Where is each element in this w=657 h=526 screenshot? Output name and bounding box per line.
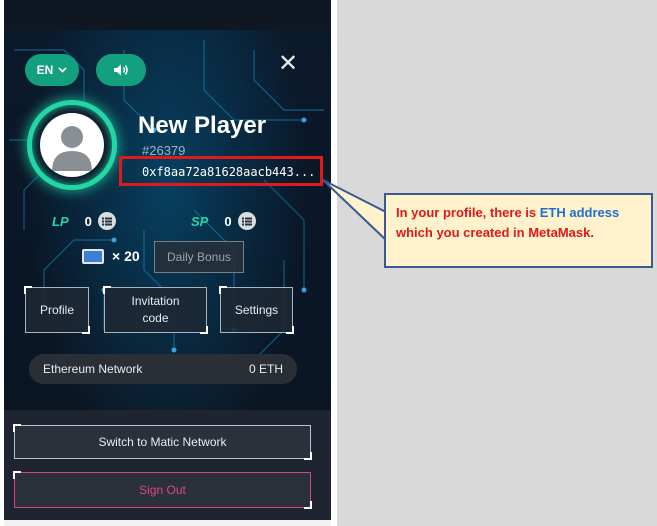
right-border bbox=[331, 0, 337, 526]
profile-button-label: Profile bbox=[39, 302, 74, 317]
callout-text-part2: which you created in MetaMask. bbox=[396, 225, 594, 240]
avatar-image bbox=[40, 113, 104, 177]
daily-bonus-label: Daily Bonus bbox=[166, 250, 232, 264]
switch-network-label: Switch to Matic Network bbox=[98, 435, 227, 449]
network-status: Ethereum Network 0 ETH bbox=[29, 354, 297, 384]
close-button[interactable]: ✕ bbox=[274, 50, 302, 78]
chevron-down-icon bbox=[58, 67, 67, 73]
callout-text-part1: In your profile, there is bbox=[396, 205, 540, 220]
network-name: Ethereum Network bbox=[43, 362, 143, 376]
eth-address-highlight bbox=[119, 156, 323, 186]
player-name: New Player bbox=[138, 112, 267, 139]
ticket-icon bbox=[82, 249, 104, 264]
network-balance: 0 ETH bbox=[248, 362, 283, 376]
panel-top-bar bbox=[4, 0, 331, 30]
invitation-label-line1: Invitation bbox=[131, 294, 180, 308]
user-silhouette-icon bbox=[52, 126, 92, 171]
speaker-icon bbox=[114, 64, 128, 76]
invitation-code-button[interactable]: Invitation code bbox=[103, 286, 208, 334]
annotation-callout: In your profile, there is ETH address wh… bbox=[384, 193, 653, 268]
game-profile-panel: EN ✕ New Player #26379 0xf8aa72a81628aac… bbox=[4, 0, 331, 526]
settings-button-label: Settings bbox=[234, 302, 279, 317]
list-icon bbox=[241, 217, 252, 225]
lp-label: LP bbox=[52, 213, 69, 229]
avatar[interactable] bbox=[27, 100, 117, 190]
sign-out-label: Sign Out bbox=[139, 483, 186, 497]
daily-bonus-button[interactable]: Daily Bonus bbox=[154, 241, 244, 273]
invitation-label-line2: code bbox=[142, 311, 169, 325]
ticket-count: × 20 bbox=[112, 248, 140, 264]
close-icon: ✕ bbox=[277, 50, 299, 77]
sp-label: SP bbox=[191, 213, 209, 229]
lp-stat: LP 0 bbox=[52, 212, 116, 230]
sign-out-button[interactable]: Sign Out bbox=[13, 471, 312, 509]
language-selector[interactable]: EN bbox=[25, 54, 79, 86]
settings-button[interactable]: Settings bbox=[219, 286, 294, 334]
bottom-border bbox=[4, 520, 331, 526]
sp-info-button[interactable] bbox=[237, 212, 256, 230]
profile-button[interactable]: Profile bbox=[24, 286, 90, 334]
lp-info-button[interactable] bbox=[97, 212, 116, 230]
sound-toggle-button[interactable] bbox=[96, 54, 146, 86]
lp-value: 0 bbox=[84, 213, 92, 229]
language-label: EN bbox=[36, 63, 54, 77]
sp-value: 0 bbox=[224, 213, 232, 229]
list-icon bbox=[101, 217, 112, 225]
switch-network-button[interactable]: Switch to Matic Network bbox=[13, 424, 312, 460]
callout-highlight: ETH address bbox=[539, 205, 620, 220]
sp-stat: SP 0 bbox=[191, 212, 256, 230]
